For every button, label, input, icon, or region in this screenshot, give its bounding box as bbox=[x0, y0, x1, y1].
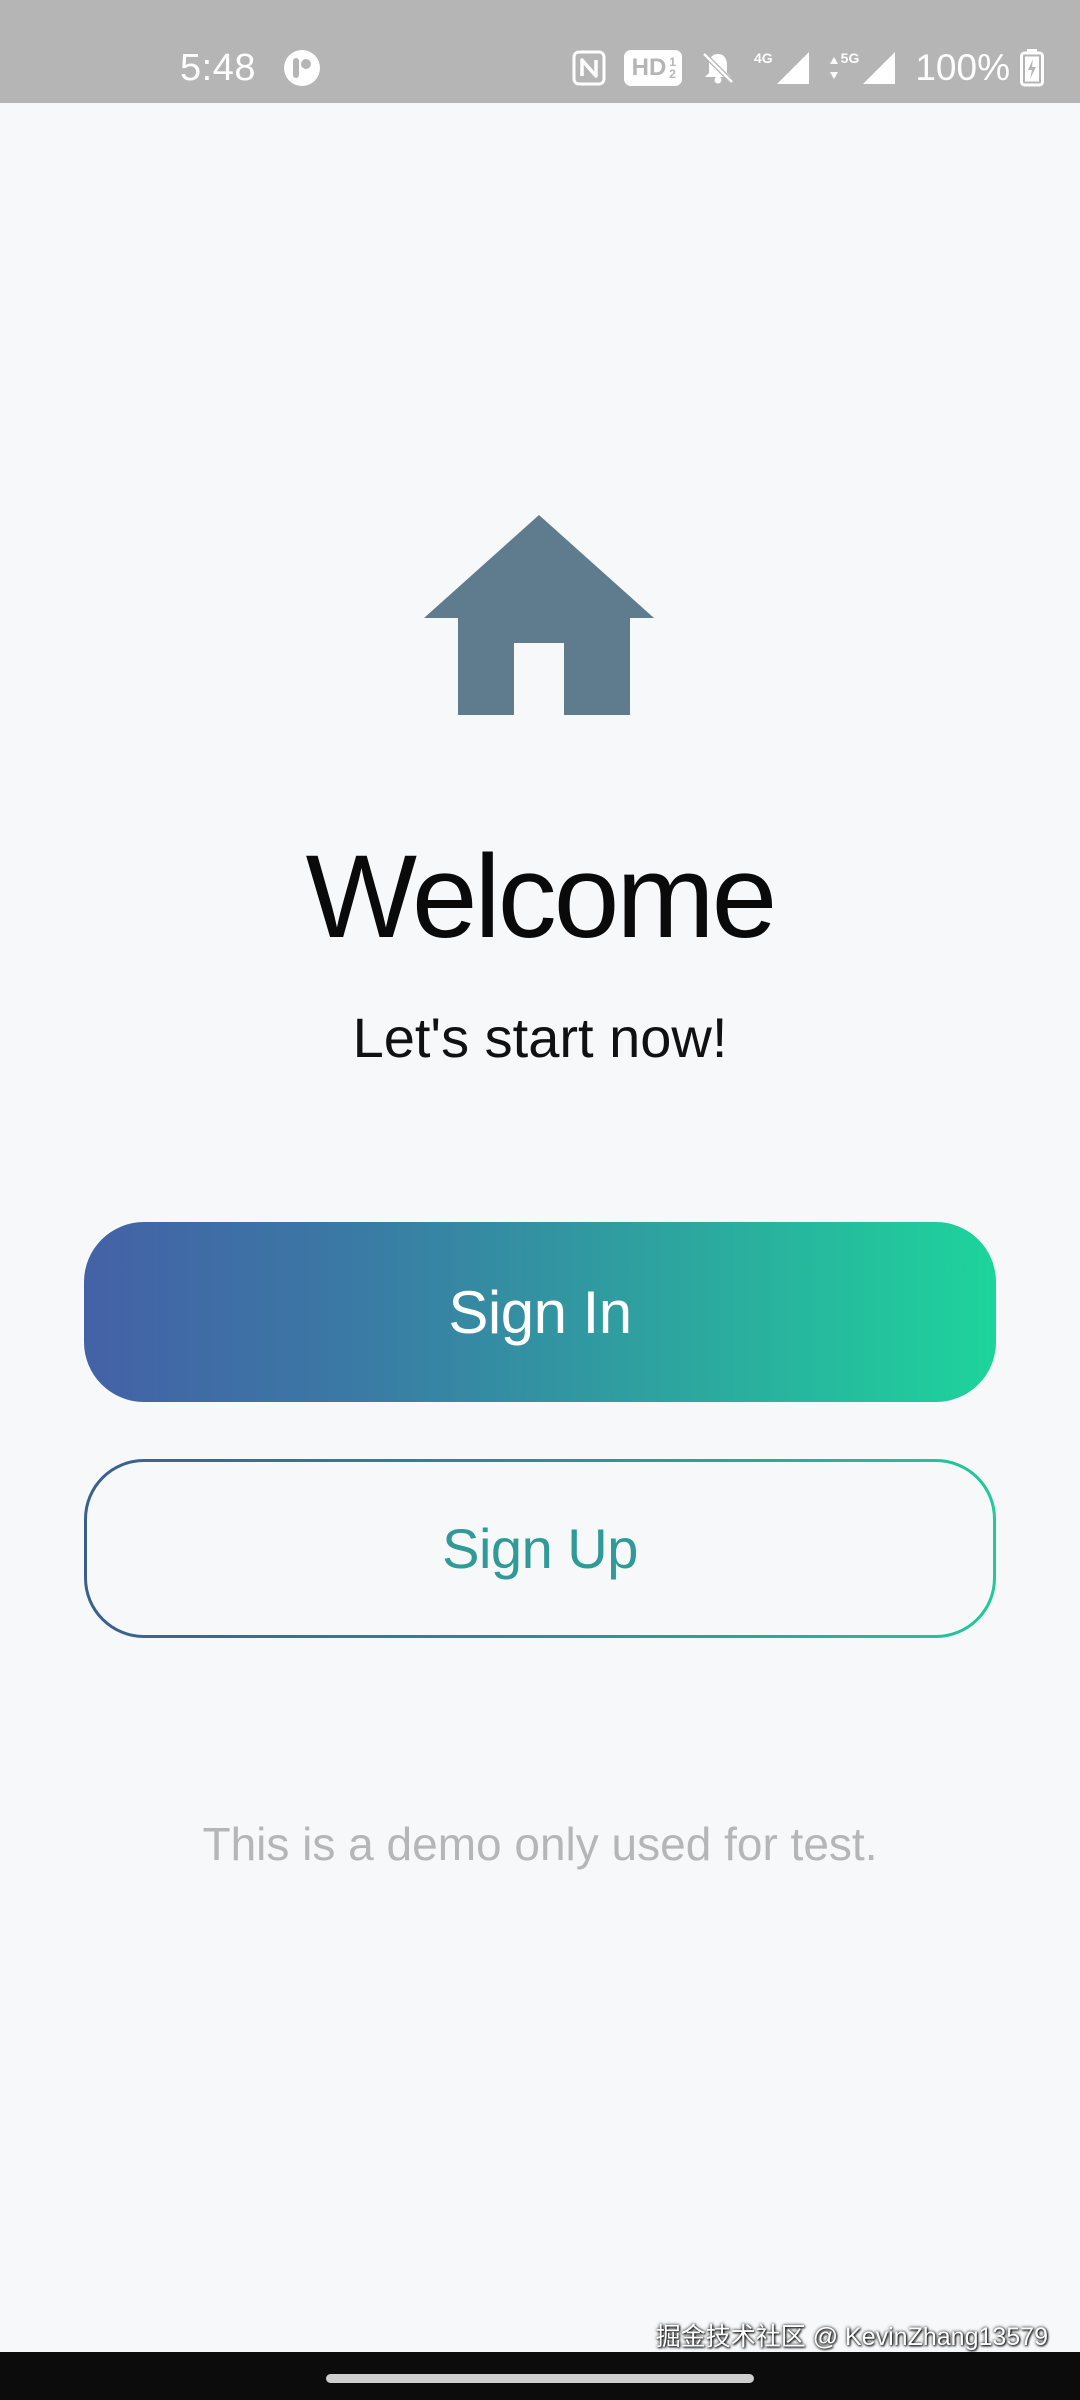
silent-bell-icon bbox=[700, 50, 736, 86]
home-gesture-handle[interactable] bbox=[326, 2374, 754, 2383]
app-notification-icon bbox=[284, 50, 320, 86]
battery-charging-icon bbox=[1020, 49, 1044, 87]
navigation-bar bbox=[0, 2352, 1080, 2400]
welcome-title: Welcome bbox=[305, 831, 778, 963]
welcome-subtitle: Let's start now! bbox=[352, 1006, 728, 1069]
sign-up-label: Sign Up bbox=[442, 1517, 638, 1580]
status-bar: 5:48 HD 1 2 4G 5G 100% bbox=[0, 0, 1080, 103]
status-icons: HD 1 2 4G 5G 100% bbox=[554, 44, 1044, 92]
home-icon bbox=[424, 515, 654, 715]
nfc-icon bbox=[572, 50, 606, 86]
sign-up-button[interactable]: Sign Up bbox=[84, 1459, 996, 1638]
battery-percentage: 100% bbox=[915, 47, 1010, 88]
signal-4g-icon: 4G bbox=[754, 50, 811, 86]
hd-voice-badge: HD 1 2 bbox=[623, 50, 682, 86]
watermark: 掘金技术社区 @ KevinZhang13579 bbox=[655, 2323, 1048, 2351]
status-time: 5:48 bbox=[180, 47, 256, 89]
disclaimer-text: This is a demo only used for test. bbox=[202, 1818, 878, 1870]
sign-in-label: Sign In bbox=[448, 1278, 632, 1346]
sign-in-button[interactable]: Sign In bbox=[84, 1222, 996, 1402]
signal-5g-icon: 5G bbox=[829, 50, 898, 86]
